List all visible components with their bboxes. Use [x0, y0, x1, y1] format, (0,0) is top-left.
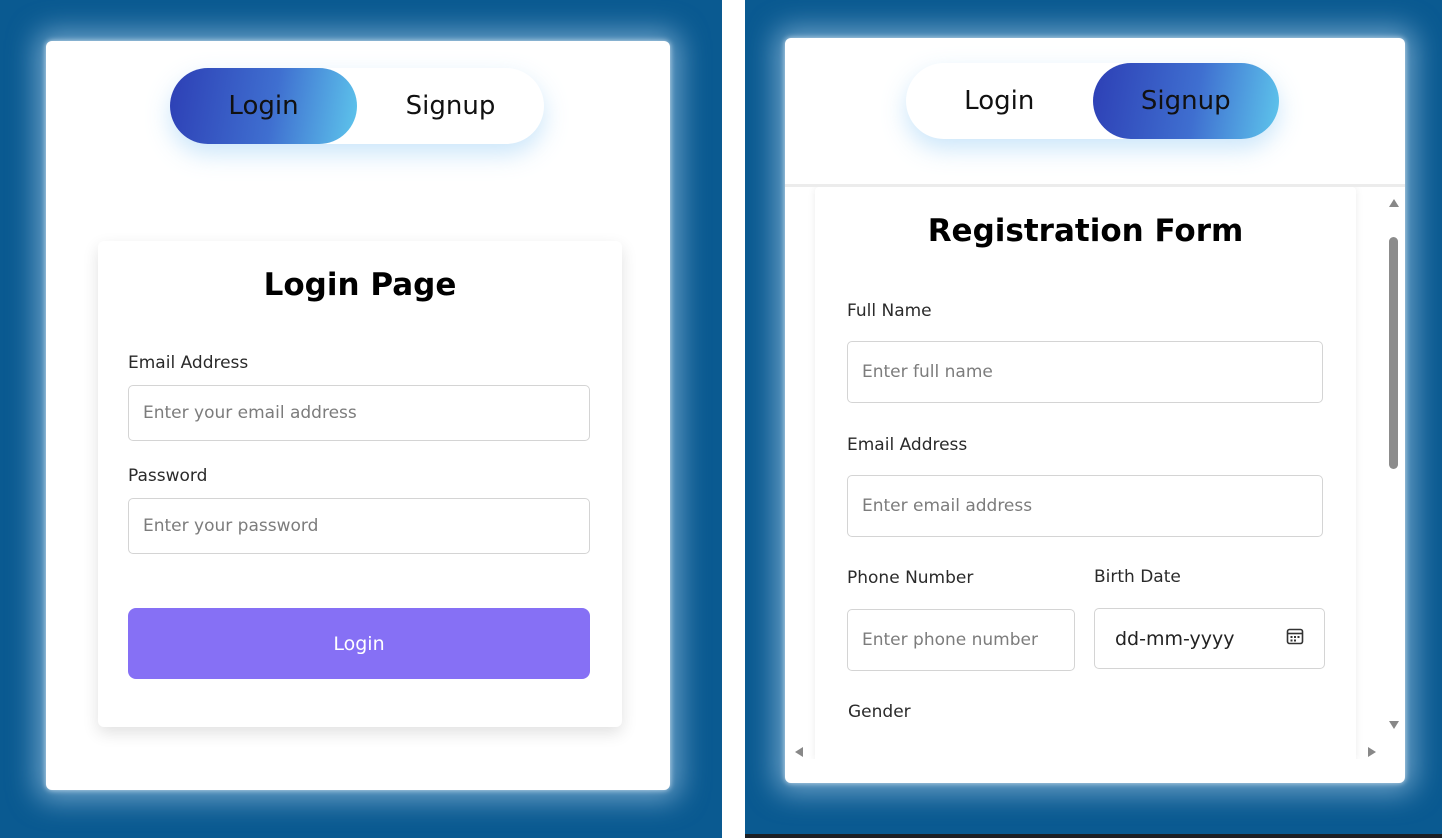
full-name-label: Full Name — [847, 301, 932, 321]
tab-signup[interactable]: Signup — [357, 68, 544, 144]
scroll-down-arrow-icon[interactable] — [1389, 721, 1399, 729]
form-title: Registration Form — [927, 213, 1244, 249]
gender-label: Gender — [848, 702, 911, 722]
auth-toggle: Login Signup — [170, 68, 544, 144]
calendar-icon[interactable] — [1286, 627, 1304, 650]
login-panel: Login Signup Login Page Email Address Pa… — [0, 0, 722, 838]
login-form: Login Page Email Address Password Login — [98, 241, 622, 727]
page-title: Login Page — [263, 267, 457, 303]
email-label: Email Address — [847, 435, 968, 455]
birth-date-input[interactable]: dd-mm-yyyy — [1094, 608, 1325, 669]
scrollbar-thumb[interactable] — [1389, 237, 1398, 469]
registration-scroll-area[interactable]: Registration Form Full Name Email Addres… — [785, 184, 1405, 759]
full-name-input[interactable] — [847, 341, 1323, 403]
auth-toggle: Login Signup — [906, 63, 1279, 139]
phone-input[interactable] — [847, 609, 1075, 671]
horizontal-scrollbar[interactable] — [785, 742, 1385, 759]
email-label: Email Address — [128, 353, 249, 373]
login-button[interactable]: Login — [128, 608, 590, 679]
signup-card: Login Signup Registration Form Full Name… — [785, 38, 1405, 783]
tab-login[interactable]: Login — [170, 68, 357, 144]
login-card: Login Signup Login Page Email Address Pa… — [46, 41, 670, 790]
scroll-left-arrow-icon[interactable] — [795, 747, 803, 757]
vertical-scrollbar[interactable] — [1385, 187, 1403, 742]
password-label: Password — [128, 466, 208, 486]
scroll-right-arrow-icon[interactable] — [1368, 747, 1376, 757]
email-input[interactable] — [847, 475, 1323, 537]
birth-date-label: Birth Date — [1094, 567, 1181, 587]
registration-form: Registration Form Full Name Email Addres… — [815, 187, 1356, 759]
tab-login[interactable]: Login — [906, 63, 1093, 139]
signup-panel: Login Signup Registration Form Full Name… — [745, 0, 1442, 838]
phone-label: Phone Number — [847, 568, 974, 588]
password-input[interactable] — [128, 498, 590, 554]
birth-date-value: dd-mm-yyyy — [1115, 627, 1235, 650]
scroll-up-arrow-icon[interactable] — [1389, 199, 1399, 207]
email-input[interactable] — [128, 385, 590, 441]
tab-signup[interactable]: Signup — [1092, 63, 1279, 139]
